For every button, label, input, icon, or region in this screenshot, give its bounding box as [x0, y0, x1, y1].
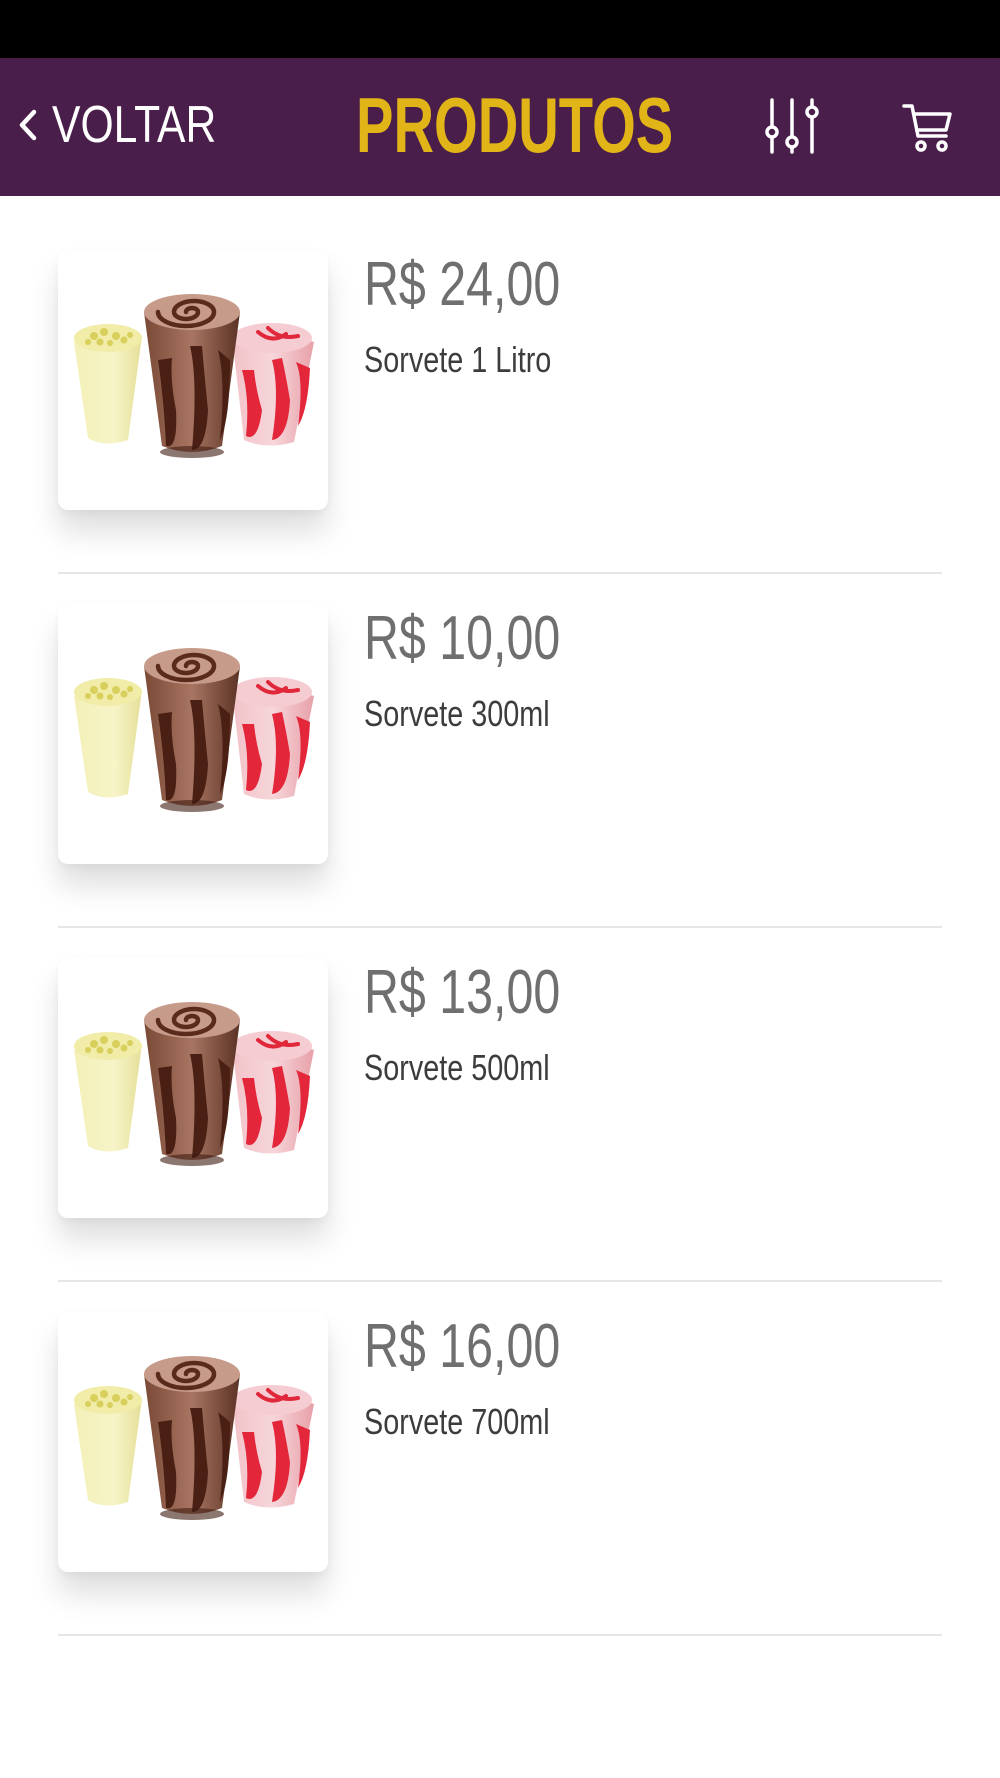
status-bar	[0, 0, 1000, 58]
ice-cream-cups-image	[58, 250, 328, 510]
product-image	[58, 250, 328, 510]
app-header: VOLTAR PRODUTOS	[0, 58, 1000, 196]
page-title: PRODUTOS	[356, 81, 674, 169]
product-price: R$ 13,00	[364, 958, 561, 1027]
product-price: R$ 24,00	[364, 250, 561, 319]
ice-cream-cups-image	[58, 1312, 328, 1572]
product-item[interactable]: R$ 13,00 Sorvete 500ml	[58, 904, 942, 1282]
product-price: R$ 10,00	[364, 604, 561, 673]
product-image	[58, 604, 328, 864]
product-price: R$ 16,00	[364, 1312, 561, 1381]
cart-icon[interactable]	[902, 102, 954, 154]
back-button[interactable]: VOLTAR	[18, 90, 252, 160]
product-name: Sorvete 500ml	[364, 1047, 550, 1088]
product-image	[58, 958, 328, 1218]
chevron-left-icon	[19, 109, 37, 141]
sliders-icon[interactable]	[764, 96, 820, 156]
product-name: Sorvete 700ml	[364, 1401, 550, 1442]
product-name: Sorvete 1 Litro	[364, 339, 552, 380]
back-label: VOLTAR	[52, 96, 217, 154]
product-image	[58, 1312, 328, 1572]
product-item[interactable]: R$ 24,00 Sorvete 1 Litro	[58, 196, 942, 574]
divider	[58, 1634, 942, 1636]
ice-cream-cups-image	[58, 958, 328, 1218]
product-name: Sorvete 300ml	[364, 693, 550, 734]
product-item[interactable]: R$ 16,00 Sorvete 700ml	[58, 1258, 942, 1636]
ice-cream-cups-image	[58, 604, 328, 864]
product-item[interactable]: R$ 10,00 Sorvete 300ml	[58, 550, 942, 928]
